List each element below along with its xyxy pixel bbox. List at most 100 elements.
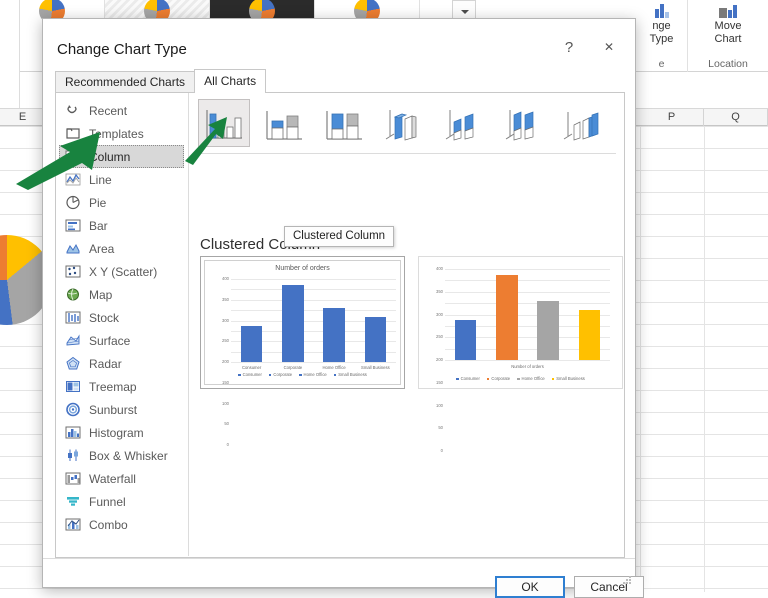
- sidebar-item-box-whisker[interactable]: Box & Whisker: [56, 444, 188, 467]
- chart-bar: [240, 325, 263, 362]
- sidebar-item-bar[interactable]: Bar: [56, 214, 188, 237]
- arrow-to-column-item: [16, 132, 100, 190]
- sidebar-item-label: Histogram: [89, 425, 144, 440]
- sidebar-item-funnel[interactable]: Funnel: [56, 490, 188, 513]
- sidebar-item-label: Stock: [89, 310, 120, 325]
- sidebar-item-label: Radar: [89, 356, 122, 371]
- chart-title: Number of orders: [275, 265, 330, 272]
- combo-chart-icon: [65, 517, 81, 532]
- sidebar-item-label: Combo: [89, 517, 128, 532]
- x-axis-tick-label: Corporate: [283, 365, 303, 370]
- location-group-name: Location: [708, 58, 748, 70]
- y-axis-tick: 150: [436, 379, 443, 385]
- sidebar-item-stock[interactable]: Stock: [56, 306, 188, 329]
- divider: [198, 153, 616, 154]
- y-axis-tick: 100: [436, 402, 443, 408]
- sidebar-item-radar[interactable]: Radar: [56, 352, 188, 375]
- sidebar-item-label: Funnel: [89, 494, 126, 509]
- sidebar-item-label: Waterfall: [89, 471, 136, 486]
- gridline: 250: [436, 303, 610, 339]
- subtype-3d-column[interactable]: [558, 99, 610, 147]
- y-axis-tick: 200: [222, 359, 229, 364]
- sidebar-item-area[interactable]: Area: [56, 237, 188, 260]
- row-header-strip: [0, 0, 20, 108]
- legend-item: Corporate: [268, 372, 292, 377]
- column-header-Q[interactable]: Q: [704, 109, 768, 126]
- sidebar-item-map[interactable]: Map: [56, 283, 188, 306]
- chart-previews: Number of orders 0 50 100 150 200 250 300 350 40…: [200, 256, 623, 453]
- legend-item: Consumer: [238, 372, 262, 377]
- sidebar-item-pie[interactable]: Pie: [56, 191, 188, 214]
- chart-subtype-gallery[interactable]: [190, 93, 625, 153]
- sidebar-item-label: Treemap: [89, 379, 137, 394]
- sidebar-item-treemap[interactable]: Treemap: [56, 375, 188, 398]
- y-axis-tick: 0: [440, 448, 443, 453]
- y-axis-tick: 350: [436, 288, 443, 294]
- close-icon[interactable]: ✕: [589, 33, 629, 61]
- subtype-3d-clustered-column[interactable]: [378, 99, 430, 147]
- legend-item: Small Business: [333, 372, 367, 377]
- sidebar-item-label: Area: [89, 241, 115, 256]
- sidebar-item-label: Bar: [89, 218, 108, 233]
- sidebar-item-xy-scatter[interactable]: X Y (Scatter): [56, 260, 188, 283]
- gridline: 300: [222, 299, 396, 322]
- scatter-chart-icon: [65, 264, 81, 279]
- dialog-tabs: Recommended Charts All Charts: [55, 69, 267, 94]
- chart-bar: [454, 320, 477, 360]
- column-header-P[interactable]: P: [640, 109, 704, 126]
- sidebar-item-sunburst[interactable]: Sunburst: [56, 398, 188, 421]
- move-chart-icon: [719, 2, 737, 18]
- sidebar-item-surface[interactable]: Surface: [56, 329, 188, 352]
- subtype-100-percent-stacked-column[interactable]: [318, 99, 370, 147]
- resize-grip[interactable]: [622, 575, 632, 585]
- gridline: 250: [222, 310, 396, 343]
- move-chart-label-line2[interactable]: Chart: [688, 33, 768, 46]
- footer-divider: [43, 558, 635, 559]
- y-axis-tick: 250: [222, 338, 229, 344]
- ok-button[interactable]: OK: [495, 576, 565, 598]
- y-axis-tick: 350: [222, 296, 229, 302]
- column-chart-icon: [654, 2, 669, 18]
- y-axis-tick: 400: [436, 266, 443, 271]
- gridline: 400: [222, 276, 396, 281]
- sidebar-item-recent[interactable]: Recent: [56, 99, 188, 122]
- surface-chart-icon: [65, 333, 81, 348]
- y-axis-tick: 300: [436, 311, 443, 317]
- tab-recommended-charts[interactable]: Recommended Charts: [55, 71, 196, 93]
- chart-type-label-line1: nge: [652, 20, 671, 32]
- sidebar-item-histogram[interactable]: Histogram: [56, 421, 188, 444]
- histogram-chart-icon: [65, 425, 81, 440]
- move-chart-label-line1[interactable]: Move: [688, 20, 768, 33]
- sidebar-item-label: Sunburst: [89, 402, 138, 417]
- legend-item: Consumer: [456, 376, 480, 381]
- legend-item: Corporate: [486, 376, 510, 381]
- radar-chart-icon: [65, 356, 81, 371]
- funnel-chart-icon: [65, 494, 81, 509]
- sidebar-item-label: Map: [89, 287, 113, 302]
- sidebar-item-label: X Y (Scatter): [89, 264, 158, 279]
- chart-preview-right[interactable]: 0 50 100 150 200 250 300 350 400 Number of order…: [418, 256, 623, 453]
- y-axis-tick: 200: [436, 357, 443, 362]
- help-icon[interactable]: ?: [549, 33, 589, 61]
- y-axis-tick: 250: [436, 334, 443, 340]
- chart-preview-left[interactable]: Number of orders 0 50 100 150 200 250 300 350 40…: [200, 256, 405, 447]
- gridline: 400: [436, 266, 610, 271]
- tab-underline: [55, 92, 625, 93]
- x-axis-tick-label: Home Office: [322, 365, 346, 370]
- gridline: 300: [436, 291, 610, 316]
- subtype-3d-100-percent-stacked-column[interactable]: [498, 99, 550, 147]
- y-axis-tick: 400: [222, 276, 229, 281]
- legend-item: Home Office: [299, 372, 327, 377]
- sidebar-item-combo[interactable]: Combo: [56, 513, 188, 536]
- subtype-3d-stacked-column[interactable]: [438, 99, 490, 147]
- sidebar-item-waterfall[interactable]: Waterfall: [56, 467, 188, 490]
- treemap-chart-icon: [65, 379, 81, 394]
- tab-all-charts[interactable]: All Charts: [194, 69, 267, 94]
- x-axis-tick-label: Small Business: [361, 365, 390, 370]
- cancel-button[interactable]: Cancel: [574, 576, 644, 598]
- subtype-stacked-column[interactable]: [258, 99, 310, 147]
- sidebar-item-label: Recent: [89, 103, 128, 118]
- y-axis-tick: 0: [226, 442, 229, 447]
- stock-chart-icon: [65, 310, 81, 325]
- subtype-tooltip: Clustered Column: [284, 226, 395, 247]
